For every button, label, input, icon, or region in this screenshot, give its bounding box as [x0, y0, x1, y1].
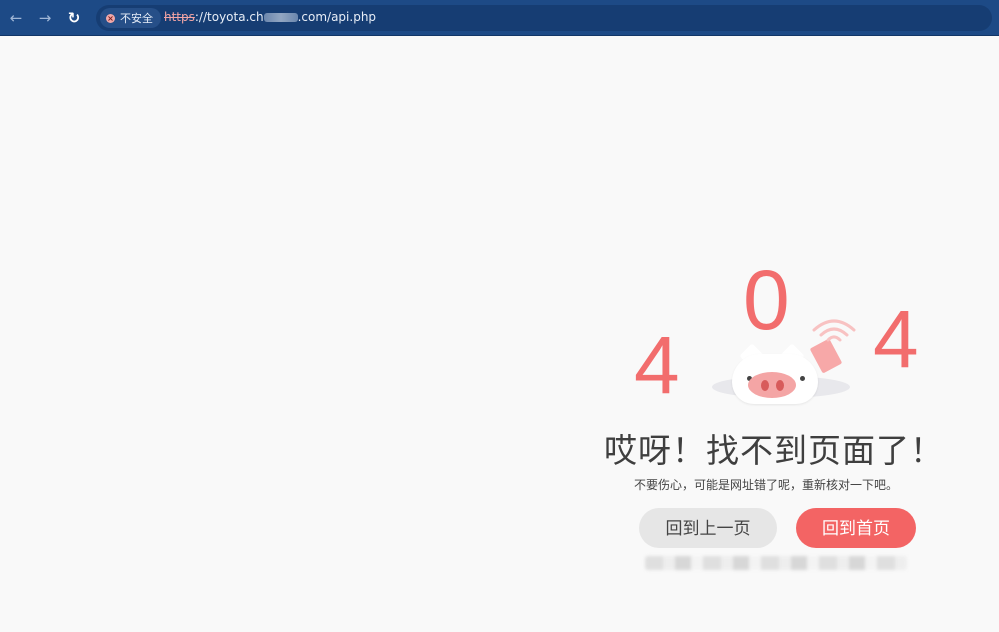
url-rest: .com/api.php	[297, 10, 377, 24]
error-description: 不要伤心，可能是网址错了呢，重新核对一下吧。	[634, 478, 899, 492]
pig-snout	[748, 372, 796, 398]
pig-eye-right	[800, 376, 805, 381]
signal-waves-icon	[812, 319, 856, 342]
forward-arrow-icon[interactable]: →	[35, 8, 55, 28]
url-text[interactable]: https://toyota.ch .com/api.php	[164, 10, 376, 24]
error-digit-4-right: 4	[873, 294, 919, 385]
url-scheme: https	[164, 10, 195, 24]
redacted-url-segment	[263, 13, 298, 22]
go-home-button[interactable]: 回到首页	[796, 508, 916, 548]
address-bar[interactable]: × 不安全 https://toyota.ch .com/api.php	[96, 5, 992, 31]
reload-icon[interactable]: ↻	[64, 8, 84, 28]
browser-toolbar: ← → ↻ × 不安全 https://toyota.ch .com/api.ph…	[0, 0, 999, 36]
back-arrow-icon[interactable]: ←	[6, 8, 26, 28]
redacted-footer-text	[645, 556, 907, 570]
pig-nostril-right	[776, 380, 784, 391]
security-indicator[interactable]: × 不安全	[100, 8, 161, 28]
not-secure-icon: ×	[106, 13, 115, 23]
url-host-prefix: ://toyota.ch	[194, 10, 264, 24]
error-headline: 哎呀！找不到页面了！	[604, 431, 944, 470]
error-digit-4-left: 4	[634, 320, 680, 411]
security-label: 不安全	[120, 12, 153, 25]
pig-nostril-left	[761, 380, 769, 391]
go-back-button[interactable]: 回到上一页	[639, 508, 777, 548]
error-digit-0: 0	[743, 253, 790, 347]
